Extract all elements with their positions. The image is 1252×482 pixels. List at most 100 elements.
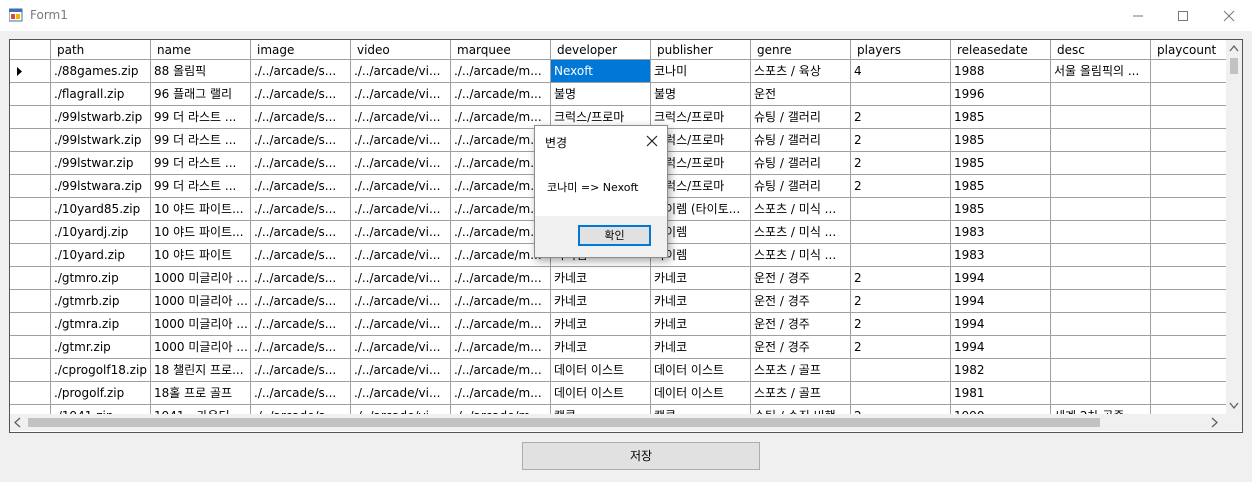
grid-cell-path[interactable]: ./10yard.zip bbox=[51, 244, 151, 267]
grid-cell-releasedate[interactable]: 1985 bbox=[951, 106, 1051, 129]
grid-cell-image[interactable]: ./../arcade/s... bbox=[251, 313, 351, 336]
grid-cell-releasedate[interactable]: 1994 bbox=[951, 336, 1051, 359]
grid-cell-video[interactable]: ./../arcade/vi... bbox=[351, 313, 451, 336]
row-header[interactable] bbox=[10, 129, 51, 152]
table-row[interactable]: ./cprogolf18.zip 18 챌린지 프로... ./../arcade/… bbox=[10, 359, 1242, 382]
vertical-scrollbar[interactable] bbox=[1226, 40, 1242, 414]
grid-cell-releasedate[interactable]: 1985 bbox=[951, 175, 1051, 198]
grid-cell-genre[interactable]: 슈팅 / 갤러리 bbox=[751, 175, 851, 198]
column-header-image[interactable]: image bbox=[251, 40, 351, 60]
grid-cell-image[interactable]: ./../arcade/s... bbox=[251, 359, 351, 382]
grid-cell-developer[interactable]: 카네코 bbox=[551, 313, 651, 336]
grid-cell-image[interactable]: ./../arcade/s... bbox=[251, 244, 351, 267]
row-header[interactable] bbox=[10, 382, 51, 405]
grid-cell-desc[interactable] bbox=[1051, 198, 1151, 221]
grid-cell-path[interactable]: ./99lstwarb.zip bbox=[51, 106, 151, 129]
grid-cell-name[interactable]: 1000 미글리아 ... bbox=[151, 313, 251, 336]
grid-cell-genre[interactable]: 운전 / 경주 bbox=[751, 313, 851, 336]
grid-cell-path[interactable]: ./flagrall.zip bbox=[51, 83, 151, 106]
grid-cell-name[interactable]: 96 플래그 랠리 bbox=[151, 83, 251, 106]
grid-cell-name[interactable]: 88 올림픽 bbox=[151, 60, 251, 83]
grid-cell-publisher[interactable]: 데이터 이스트 bbox=[651, 359, 751, 382]
grid-cell-name[interactable]: 10 야드 파이트... bbox=[151, 198, 251, 221]
grid-cell-genre[interactable]: 스포츠 / 골프 bbox=[751, 359, 851, 382]
grid-cell-name[interactable]: 99 더 라스트 ... bbox=[151, 175, 251, 198]
grid-cell-path[interactable]: ./cprogolf18.zip bbox=[51, 359, 151, 382]
grid-cell-desc[interactable] bbox=[1051, 244, 1151, 267]
grid-cell-image[interactable]: ./../arcade/s... bbox=[251, 175, 351, 198]
grid-cell-marquee[interactable]: ./../arcade/m... bbox=[451, 336, 551, 359]
grid-cell-video[interactable]: ./../arcade/vi... bbox=[351, 83, 451, 106]
grid-cell-players[interactable]: 2 bbox=[851, 175, 951, 198]
grid-cell-name[interactable]: 1000 미글리아 ... bbox=[151, 290, 251, 313]
grid-cell-video[interactable]: ./../arcade/vi... bbox=[351, 290, 451, 313]
grid-cell-genre[interactable]: 운전 bbox=[751, 83, 851, 106]
grid-cell-players[interactable]: 2 bbox=[851, 313, 951, 336]
grid-cell-players[interactable] bbox=[851, 221, 951, 244]
grid-cell-desc[interactable]: 서울 올림픽의 ... bbox=[1051, 60, 1151, 83]
grid-cell-genre[interactable]: 스포츠 / 미식 ... bbox=[751, 198, 851, 221]
grid-cell-image[interactable]: ./../arcade/s... bbox=[251, 382, 351, 405]
grid-cell-publisher[interactable]: 카네코 bbox=[651, 336, 751, 359]
grid-cell-players[interactable]: 2 bbox=[851, 336, 951, 359]
grid-cell-image[interactable]: ./../arcade/s... bbox=[251, 221, 351, 244]
grid-cell-genre[interactable]: 슈팅 / 갤러리 bbox=[751, 152, 851, 175]
grid-cell-genre[interactable]: 스포츠 / 미식 ... bbox=[751, 244, 851, 267]
grid-cell-desc[interactable] bbox=[1051, 290, 1151, 313]
grid-cell-marquee[interactable]: ./../arcade/m... bbox=[451, 83, 551, 106]
grid-cell-genre[interactable]: 스포츠 / 골프 bbox=[751, 382, 851, 405]
grid-cell-developer[interactable]: 불명 bbox=[551, 83, 651, 106]
column-header-path[interactable]: path bbox=[51, 40, 151, 60]
grid-cell-name[interactable]: 18 챌린지 프로... bbox=[151, 359, 251, 382]
column-header-releasedate[interactable]: releasedate bbox=[951, 40, 1051, 60]
grid-cell-players[interactable] bbox=[851, 198, 951, 221]
grid-cell-path[interactable]: ./gtmro.zip bbox=[51, 267, 151, 290]
grid-cell-developer[interactable]: 카네코 bbox=[551, 267, 651, 290]
grid-cell-image[interactable]: ./../arcade/s... bbox=[251, 290, 351, 313]
grid-cell-players[interactable]: 2 bbox=[851, 267, 951, 290]
grid-cell-publisher[interactable]: 불명 bbox=[651, 83, 751, 106]
grid-cell-releasedate[interactable]: 1983 bbox=[951, 221, 1051, 244]
grid-cell-name[interactable]: 10 야드 파이트... bbox=[151, 221, 251, 244]
row-header[interactable] bbox=[10, 60, 51, 83]
minimize-button[interactable] bbox=[1115, 0, 1161, 31]
grid-cell-desc[interactable] bbox=[1051, 175, 1151, 198]
grid-cell-video[interactable]: ./../arcade/vi... bbox=[351, 60, 451, 83]
grid-cell-releasedate[interactable]: 1994 bbox=[951, 313, 1051, 336]
grid-cell-genre[interactable]: 슈팅 / 갤러리 bbox=[751, 106, 851, 129]
row-header[interactable] bbox=[10, 198, 51, 221]
row-header[interactable] bbox=[10, 267, 51, 290]
grid-cell-name[interactable]: 10 야드 파이트 bbox=[151, 244, 251, 267]
grid-cell-path[interactable]: ./gtmra.zip bbox=[51, 313, 151, 336]
grid-cell-players[interactable] bbox=[851, 359, 951, 382]
grid-cell-desc[interactable] bbox=[1051, 83, 1151, 106]
column-header-name[interactable]: name bbox=[151, 40, 251, 60]
grid-cell-video[interactable]: ./../arcade/vi... bbox=[351, 198, 451, 221]
row-header[interactable] bbox=[10, 336, 51, 359]
column-header-video[interactable]: video bbox=[351, 40, 451, 60]
grid-cell-players[interactable]: 4 bbox=[851, 60, 951, 83]
grid-cell-desc[interactable] bbox=[1051, 313, 1151, 336]
grid-cell-desc[interactable] bbox=[1051, 129, 1151, 152]
row-header[interactable] bbox=[10, 106, 51, 129]
grid-cell-genre[interactable]: 운전 / 경주 bbox=[751, 267, 851, 290]
grid-cell-path[interactable]: ./10yard85.zip bbox=[51, 198, 151, 221]
grid-cell-image[interactable]: ./../arcade/s... bbox=[251, 83, 351, 106]
grid-cell-image[interactable]: ./../arcade/s... bbox=[251, 60, 351, 83]
grid-cell-video[interactable]: ./../arcade/vi... bbox=[351, 129, 451, 152]
grid-cell-desc[interactable] bbox=[1051, 359, 1151, 382]
maximize-button[interactable] bbox=[1160, 0, 1206, 31]
grid-cell-image[interactable]: ./../arcade/s... bbox=[251, 267, 351, 290]
grid-cell-releasedate[interactable]: 1983 bbox=[951, 244, 1051, 267]
grid-cell-video[interactable]: ./../arcade/vi... bbox=[351, 152, 451, 175]
grid-cell-releasedate[interactable]: 1981 bbox=[951, 382, 1051, 405]
grid-cell-releasedate[interactable]: 1996 bbox=[951, 83, 1051, 106]
grid-cell-genre[interactable]: 운전 / 경주 bbox=[751, 290, 851, 313]
grid-cell-path[interactable]: ./gtmr.zip bbox=[51, 336, 151, 359]
grid-cell-developer[interactable]: 카네코 bbox=[551, 336, 651, 359]
grid-cell-genre[interactable]: 운전 / 경주 bbox=[751, 336, 851, 359]
grid-cell-developer[interactable]: 데이터 이스트 bbox=[551, 359, 651, 382]
grid-cell-players[interactable]: 2 bbox=[851, 106, 951, 129]
grid-cell-players[interactable] bbox=[851, 244, 951, 267]
grid-cell-video[interactable]: ./../arcade/vi... bbox=[351, 267, 451, 290]
